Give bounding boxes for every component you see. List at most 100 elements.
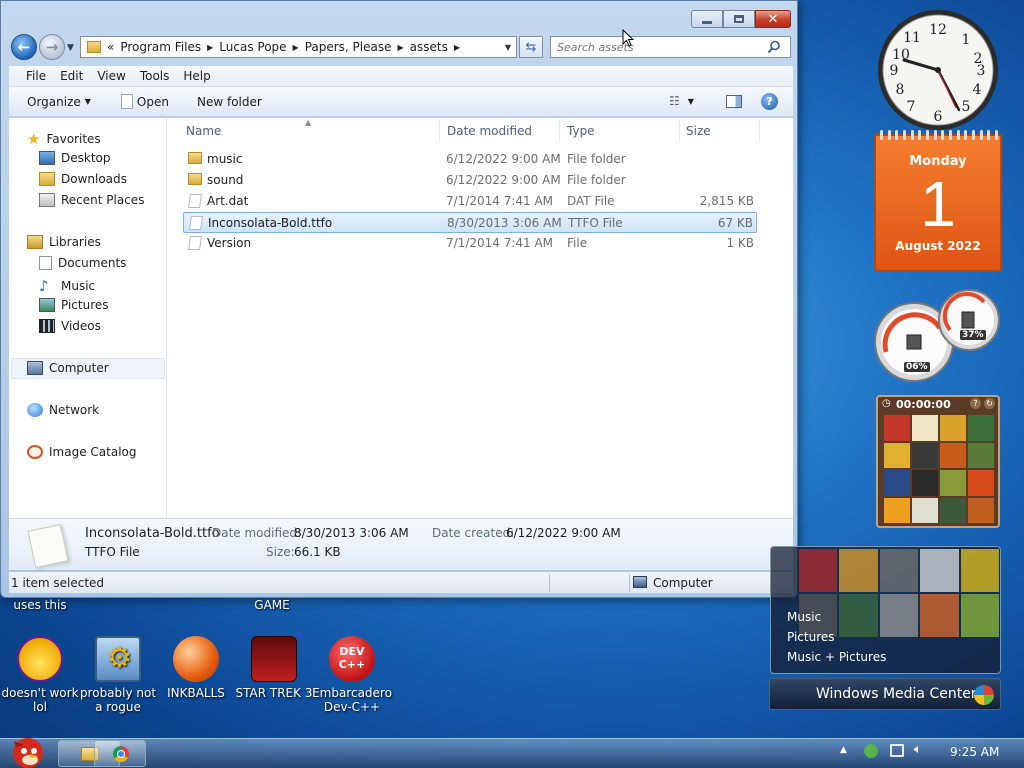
nav-network[interactable]: Network xyxy=(27,403,99,417)
clock-gadget[interactable]: 12 1 2 345 678 9 10 11 xyxy=(874,8,1002,132)
address-dropdown[interactable]: ▼ xyxy=(499,36,517,58)
media-menu-item[interactable]: Music + Pictures xyxy=(787,650,886,664)
puzzle-tile[interactable] xyxy=(912,442,938,468)
nav-recent-places[interactable]: Recent Places xyxy=(39,193,144,207)
address-bar[interactable]: « Program Files ▶ Lucas Pope ▶ Papers, Ple… xyxy=(80,36,517,58)
start-button[interactable] xyxy=(6,733,50,768)
nav-libraries[interactable]: Libraries xyxy=(27,235,101,249)
search-box[interactable] xyxy=(550,36,791,58)
nav-image-catalog[interactable]: Image Catalog xyxy=(27,445,136,459)
menu-help[interactable]: Help xyxy=(176,69,217,83)
breadcrumb-item[interactable]: Papers, Please xyxy=(305,40,392,54)
column-divider[interactable] xyxy=(679,120,680,142)
breadcrumb-separator-icon[interactable]: ▶ xyxy=(293,43,299,52)
menu-file[interactable]: File xyxy=(19,69,53,83)
breadcrumb-item[interactable]: assets xyxy=(410,40,448,54)
desktop-shortcut[interactable]: doesn't work lol xyxy=(0,636,80,714)
breadcrumb-item[interactable]: Program Files xyxy=(120,40,201,54)
search-icon[interactable] xyxy=(767,40,781,54)
close-button[interactable]: ✕ xyxy=(755,10,791,28)
nav-downloads[interactable]: Downloads xyxy=(39,172,127,186)
puzzle-help-icon[interactable]: ? xyxy=(970,398,981,409)
show-hidden-icons-icon[interactable]: ▲ xyxy=(840,745,847,755)
puzzle-tile[interactable] xyxy=(940,442,966,468)
column-header-type[interactable]: Type xyxy=(567,124,595,138)
recent-pages-dropdown[interactable]: ▼ xyxy=(67,43,74,53)
search-input[interactable] xyxy=(557,40,767,54)
desktop-shortcut[interactable]: DEV C++ Embarcadero Dev-C++ xyxy=(312,636,392,714)
breadcrumb-separator-icon[interactable]: ▶ xyxy=(454,43,460,52)
calendar-gadget[interactable]: Monday 1 August 2022 xyxy=(874,130,1002,272)
nav-music[interactable]: ♪ Music xyxy=(39,277,95,295)
view-options-icon[interactable]: ☷ xyxy=(669,94,680,108)
cpu-meter-gadget[interactable]: 06% 37% xyxy=(874,288,1002,382)
folder-icon xyxy=(188,173,202,185)
nav-computer[interactable]: Computer xyxy=(27,361,109,375)
desktop-shortcut[interactable]: INKBALLS xyxy=(156,636,236,700)
puzzle-tile[interactable] xyxy=(940,497,966,523)
breadcrumb-item[interactable]: Lucas Pope xyxy=(219,40,286,54)
breadcrumb-prefix[interactable]: « xyxy=(107,40,114,54)
nav-videos[interactable]: Videos xyxy=(39,319,101,333)
puzzle-settings-icon[interactable]: ↻ xyxy=(984,398,995,409)
puzzle-tile[interactable] xyxy=(940,415,966,441)
puzzle-tile[interactable] xyxy=(968,442,994,468)
puzzle-tile[interactable] xyxy=(968,470,994,496)
file-row[interactable]: music 6/12/2022 9:00 AM File folder xyxy=(183,149,757,170)
breadcrumb-separator-icon[interactable]: ▶ xyxy=(398,43,404,52)
maximize-button[interactable] xyxy=(723,10,755,28)
puzzle-tile[interactable] xyxy=(968,415,994,441)
volume-icon[interactable]: 🔈︎ xyxy=(914,742,922,757)
file-row[interactable]: Art.dat 7/1/2014 7:41 AM DAT File 2,815 … xyxy=(183,191,757,212)
taskbar-chrome-button[interactable] xyxy=(94,740,146,767)
forward-button[interactable]: → xyxy=(39,34,65,60)
puzzle-tile[interactable] xyxy=(884,442,910,468)
puzzle-tile[interactable] xyxy=(884,497,910,523)
menu-tools[interactable]: Tools xyxy=(133,69,177,83)
menu-edit[interactable]: Edit xyxy=(53,69,90,83)
nav-desktop[interactable]: Desktop xyxy=(39,151,111,165)
puzzle-tile[interactable] xyxy=(884,470,910,496)
desktop-shortcut[interactable]: STAR TREK 3 xyxy=(234,636,314,700)
file-row-selected[interactable]: Inconsolata-Bold.ttfo 8/30/2013 3:06 AM … xyxy=(183,212,757,233)
security-shield-icon[interactable] xyxy=(864,744,878,758)
puzzle-tile[interactable] xyxy=(912,470,938,496)
refresh-button[interactable]: ⇆ xyxy=(519,36,543,58)
view-options-dropdown[interactable]: ▼ xyxy=(688,97,694,106)
puzzle-tile[interactable] xyxy=(968,497,994,523)
column-header-name[interactable]: Name xyxy=(186,124,221,138)
nav-documents[interactable]: Documents xyxy=(39,256,126,270)
organize-button[interactable]: Organize ▼ xyxy=(27,95,91,109)
column-divider[interactable] xyxy=(759,120,760,142)
desktop-shortcut[interactable]: ⚙ probably not a rogue xyxy=(78,636,158,714)
file-row[interactable]: Version 7/1/2014 7:41 AM File 1 KB xyxy=(183,233,757,254)
puzzle-tile[interactable] xyxy=(912,415,938,441)
help-icon[interactable]: ? xyxy=(761,93,778,110)
chrome-icon xyxy=(113,746,129,762)
column-header-date[interactable]: Date modified xyxy=(447,124,532,138)
breadcrumb-separator-icon[interactable]: ▶ xyxy=(207,43,213,52)
media-center-launch-bar[interactable]: Windows Media Center xyxy=(769,678,1001,710)
back-button[interactable]: ← xyxy=(11,34,37,60)
file-row[interactable]: sound 6/12/2022 9:00 AM File folder xyxy=(183,170,757,191)
preview-pane-button[interactable] xyxy=(726,95,742,108)
menu-view[interactable]: View xyxy=(90,69,132,83)
clock-time[interactable]: 9:25 AM xyxy=(950,745,999,759)
puzzle-tile[interactable] xyxy=(940,470,966,496)
column-header-size[interactable]: Size xyxy=(686,124,711,138)
puzzle-tile[interactable] xyxy=(884,415,910,441)
nav-favorites[interactable]: ★ Favorites xyxy=(27,130,101,148)
minimize-button[interactable] xyxy=(691,10,723,28)
open-button[interactable]: Open xyxy=(120,94,169,109)
network-tray-icon[interactable] xyxy=(890,744,904,757)
column-divider[interactable] xyxy=(439,120,440,142)
new-folder-button[interactable]: New folder xyxy=(197,95,262,109)
puzzle-tile[interactable] xyxy=(912,497,938,523)
column-divider[interactable] xyxy=(559,120,560,142)
angry-bird-start-icon xyxy=(13,738,43,768)
media-menu-item[interactable]: Music xyxy=(787,610,821,624)
media-menu-item[interactable]: Pictures xyxy=(787,630,835,644)
picture-puzzle-gadget[interactable]: ◷ 00:00:00 ? ↻ xyxy=(876,395,1000,528)
nav-pictures[interactable]: Pictures xyxy=(39,298,109,312)
media-center-gadget[interactable]: Music Pictures Music + Pictures xyxy=(770,546,1001,674)
